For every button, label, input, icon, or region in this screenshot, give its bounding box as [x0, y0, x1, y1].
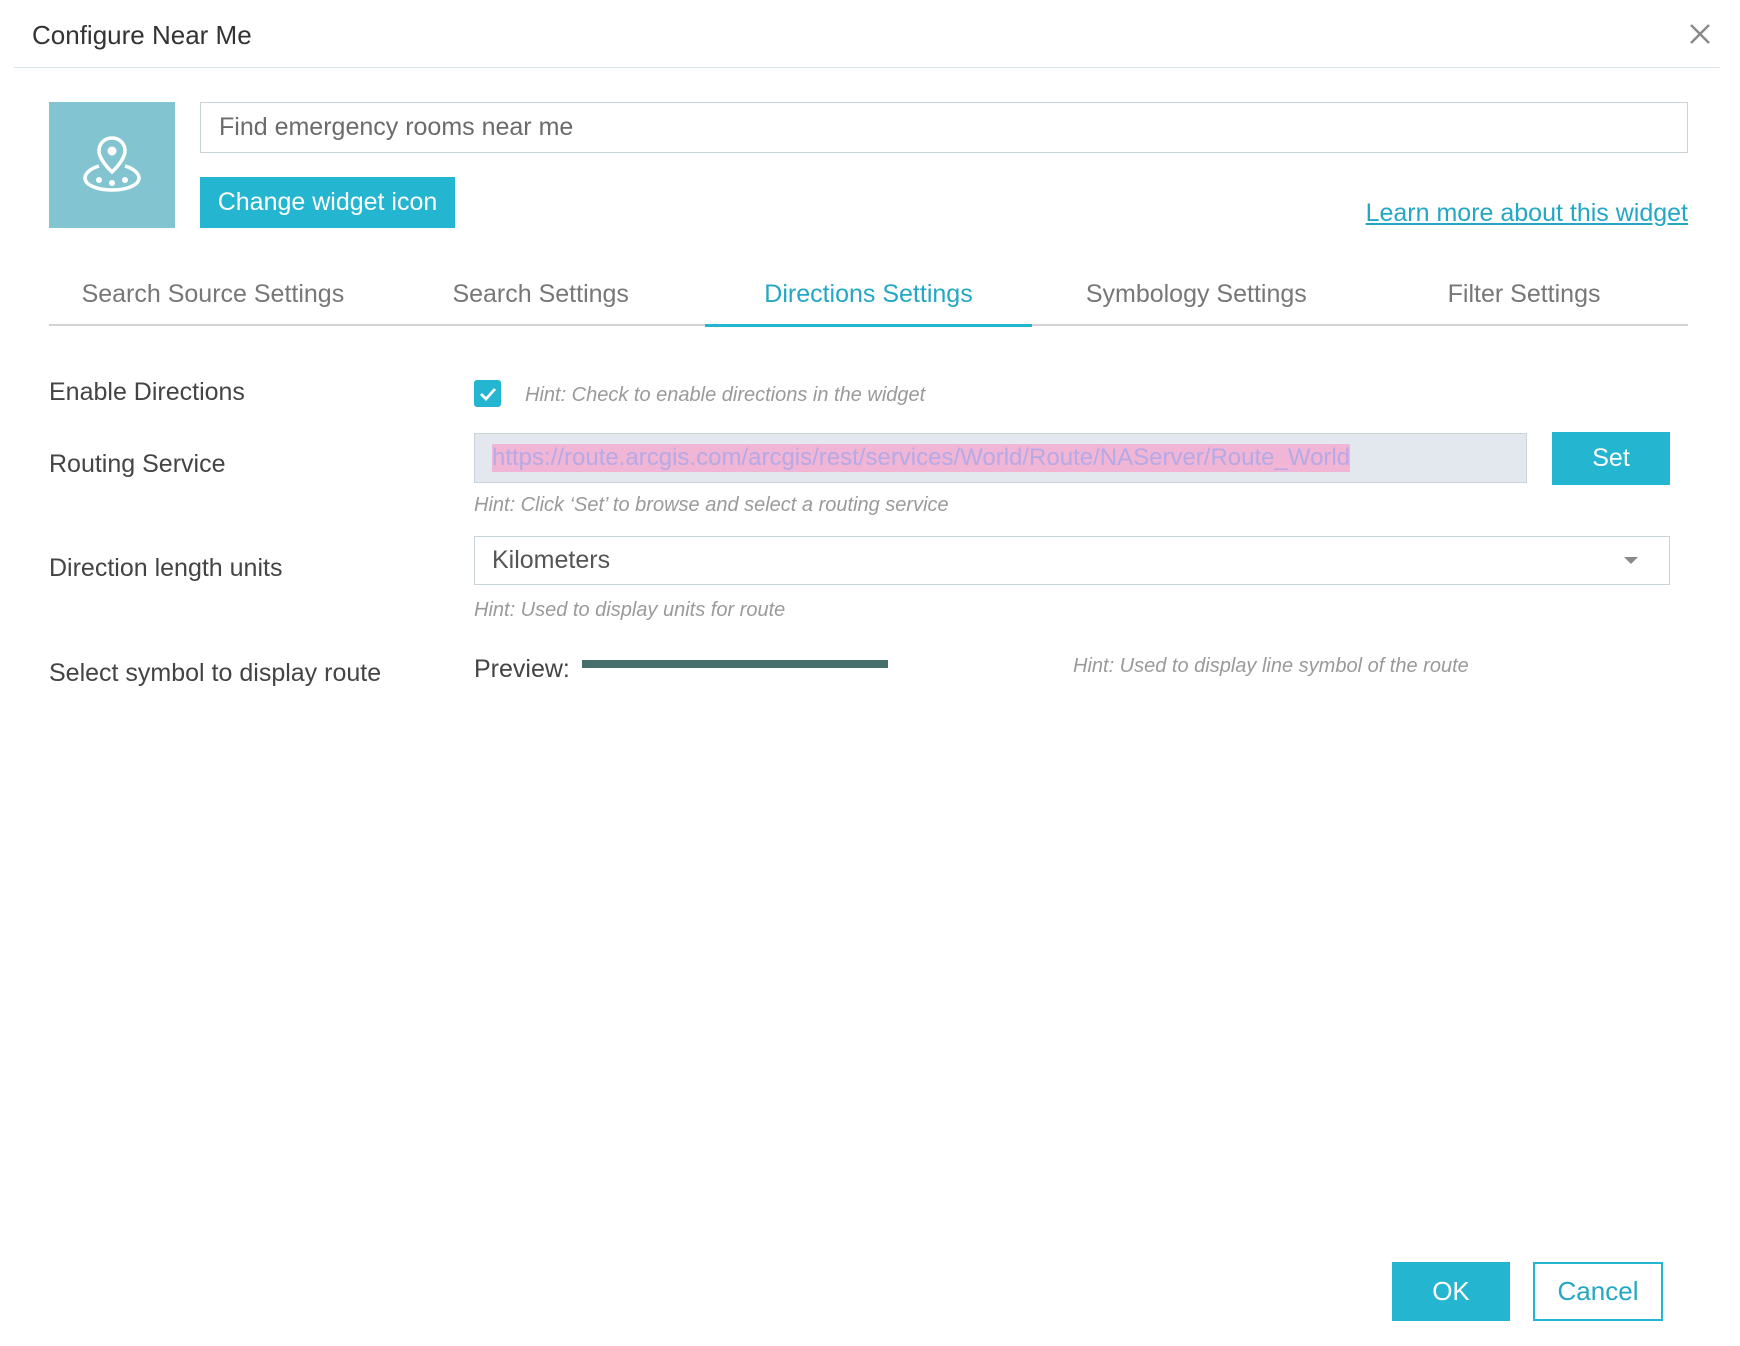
length-units-hint: Hint: Used to display units for route: [474, 599, 786, 621]
widget-title-input[interactable]: [200, 102, 1688, 153]
route-symbol-hint: Hint: Used to display line symbol of the…: [1073, 655, 1469, 677]
dialog-title: Configure Near Me: [32, 20, 252, 50]
close-button[interactable]: [1680, 14, 1720, 54]
length-units-select[interactable]: Kilometers: [474, 536, 1670, 585]
tab-directions-settings[interactable]: Directions Settings: [704, 270, 1033, 327]
route-symbol-label: Select symbol to display route: [49, 659, 382, 687]
map-pin-icon: [83, 136, 141, 192]
tab-symbology-settings[interactable]: Symbology Settings: [1032, 270, 1360, 324]
preview-label: Preview:: [474, 655, 570, 683]
enable-directions-label: Enable Directions: [49, 378, 245, 406]
settings-tabs: Search Source Settings Search Settings D…: [49, 270, 1688, 327]
dialog-header: Configure Near Me: [14, 0, 1720, 68]
ok-button[interactable]: OK: [1392, 1262, 1510, 1321]
routing-service-input[interactable]: https://route.arcgis.com/arcgis/rest/ser…: [474, 433, 1527, 483]
enable-directions-hint: Hint: Check to enable directions in the …: [525, 384, 926, 406]
length-units-label: Direction length units: [49, 554, 283, 582]
length-units-value: Kilometers: [492, 546, 611, 574]
change-widget-icon-button[interactable]: Change widget icon: [200, 177, 455, 228]
cancel-button[interactable]: Cancel: [1533, 1262, 1663, 1321]
close-icon: [1690, 24, 1710, 44]
learn-more-link[interactable]: Learn more about this widget: [1366, 199, 1688, 228]
enable-directions-checkbox[interactable]: [474, 380, 501, 407]
checkmark-icon: [479, 387, 496, 401]
widget-icon-tile: [49, 102, 175, 228]
configure-dialog: Configure Near Me Change widget icon Lea…: [0, 0, 1740, 1346]
tab-search-settings[interactable]: Search Settings: [377, 270, 705, 324]
routing-service-hint: Hint: Click ‘Set’ to browse and select a…: [474, 494, 949, 516]
set-routing-service-button[interactable]: Set: [1552, 432, 1670, 485]
chevron-down-icon: [1624, 557, 1638, 564]
tab-search-source-settings[interactable]: Search Source Settings: [49, 270, 377, 324]
routing-service-label: Routing Service: [49, 450, 226, 478]
route-symbol-preview[interactable]: [582, 660, 888, 668]
routing-service-url: https://route.arcgis.com/arcgis/rest/ser…: [492, 444, 1351, 472]
tab-filter-settings[interactable]: Filter Settings: [1360, 270, 1688, 324]
